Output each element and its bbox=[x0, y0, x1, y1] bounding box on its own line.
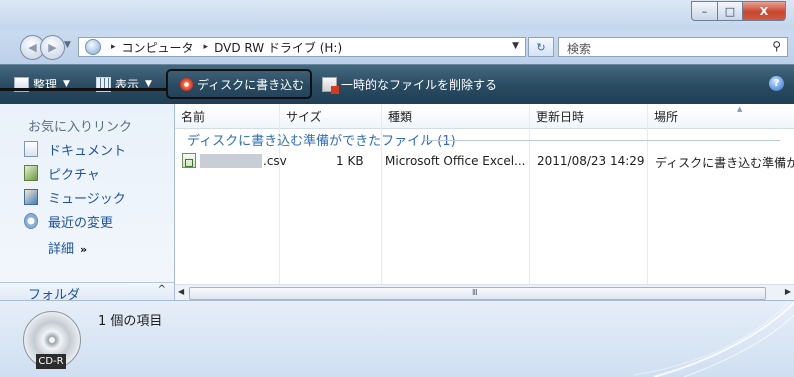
excel-file-icon bbox=[182, 153, 196, 168]
scroll-right-icon[interactable]: ▶ bbox=[785, 287, 791, 296]
double-chevron-icon: » bbox=[80, 243, 88, 256]
callout-pointer-line bbox=[0, 88, 168, 91]
recent-changes-icon bbox=[24, 213, 38, 229]
breadcrumb-computer[interactable]: コンピュータ bbox=[122, 39, 194, 56]
column-divider[interactable] bbox=[529, 104, 530, 300]
delete-temp-icon bbox=[322, 76, 339, 94]
group-divider bbox=[425, 140, 780, 141]
music-icon bbox=[24, 189, 38, 205]
scroll-left-icon[interactable]: ◀ bbox=[178, 287, 184, 296]
file-location: ディスクに書き込む準備か bbox=[655, 156, 794, 170]
column-header-location[interactable]: 場所 bbox=[654, 108, 678, 125]
file-row[interactable]: .csv 1 KB Microsoft Office Excel... 2011… bbox=[175, 150, 794, 172]
command-bar: 整理 ▼ 表示 ▼ ディスクに書き込む 一時的なファイルを削除する ? bbox=[0, 64, 794, 105]
scrollbar-thumb[interactable]: Ⅲ bbox=[189, 287, 766, 300]
arrow-left-icon: ◀ bbox=[28, 41, 37, 54]
column-header-modified[interactable]: 更新日時 bbox=[536, 108, 584, 125]
arrow-right-icon: ▶ bbox=[48, 41, 57, 54]
address-row: ◀ ▶ ▼ ▸ コンピュータ ▸ DVD RW ドライブ (H:) ▼ ↻ 検索… bbox=[0, 30, 794, 64]
breadcrumb-separator: ▸ bbox=[203, 42, 209, 52]
redacted-filename bbox=[200, 154, 262, 168]
documents-icon bbox=[24, 141, 38, 157]
group-header[interactable]: ディスクに書き込む準備ができたファイル (1) bbox=[187, 130, 456, 149]
delete-temp-label: 一時的なファイルを削除する bbox=[341, 77, 498, 92]
horizontal-scrollbar[interactable]: ◀ Ⅲ ▶ bbox=[175, 284, 794, 301]
disc-type-label: CD-R bbox=[36, 354, 66, 369]
breadcrumb-separator: ▸ bbox=[111, 42, 116, 52]
details-pane: CD-R 1 個の項目 bbox=[0, 300, 794, 377]
nav-link-label: ピクチャ bbox=[48, 167, 100, 183]
pictures-icon bbox=[24, 165, 38, 181]
address-dropdown-icon[interactable]: ▼ bbox=[512, 41, 519, 51]
close-button[interactable]: X bbox=[743, 1, 786, 21]
refresh-button[interactable]: ↻ bbox=[528, 37, 554, 57]
navigation-pane: お気に入りリンク ドキュメント ピクチャ ミュージック 最近の変更 詳細 » フォ… bbox=[0, 104, 175, 303]
more-links[interactable]: 詳細 » bbox=[48, 238, 87, 257]
column-header-name[interactable]: 名前 bbox=[181, 108, 205, 125]
recent-pages-dropdown[interactable]: ▼ bbox=[64, 40, 71, 50]
breadcrumb-dvd-drive[interactable]: DVD RW ドライブ (H:) bbox=[214, 39, 342, 56]
file-name: .csv bbox=[263, 154, 287, 168]
nav-link-music[interactable]: ミュージック bbox=[24, 188, 126, 207]
explorer-window: – □ X ◀ ▶ ▼ ▸ コンピュータ ▸ DVD RW ドライブ (H:) … bbox=[0, 0, 794, 377]
item-count: 1 個の項目 bbox=[98, 314, 163, 329]
nav-link-documents[interactable]: ドキュメント bbox=[24, 140, 127, 159]
title-bar: – □ X bbox=[0, 0, 794, 30]
highlight-frame bbox=[166, 69, 312, 99]
file-type: Microsoft Office Excel... bbox=[385, 154, 526, 168]
nav-link-pictures[interactable]: ピクチャ bbox=[24, 164, 100, 183]
favorite-links-heading: お気に入りリンク bbox=[28, 120, 133, 135]
file-modified: 2011/08/23 14:29 bbox=[537, 154, 645, 168]
file-list: 名前 サイズ 種類 更新日時 場所 ▲ ディスクに書き込む準備ができたファイル … bbox=[175, 104, 794, 301]
help-button[interactable]: ? bbox=[769, 76, 784, 91]
computer-icon bbox=[85, 39, 101, 55]
caption-buttons: – □ X bbox=[691, 1, 786, 21]
decorative-swoosh bbox=[633, 301, 794, 377]
column-header-type[interactable]: 種類 bbox=[388, 108, 412, 125]
search-box[interactable]: 検索 ⚲ bbox=[558, 37, 788, 57]
nav-link-recent[interactable]: 最近の変更 bbox=[24, 212, 114, 231]
nav-link-label: ミュージック bbox=[48, 191, 126, 207]
column-divider[interactable] bbox=[647, 104, 648, 300]
grip-icon: Ⅲ bbox=[472, 288, 478, 297]
search-icon[interactable]: ⚲ bbox=[772, 39, 781, 53]
folders-bar[interactable]: フォルダ ^ bbox=[0, 282, 174, 303]
more-links-label: 詳細 bbox=[48, 242, 75, 257]
search-placeholder: 検索 bbox=[567, 42, 592, 56]
refresh-icon: ↻ bbox=[536, 40, 546, 54]
maximize-button[interactable]: □ bbox=[718, 1, 743, 21]
address-bar[interactable]: ▸ コンピュータ ▸ DVD RW ドライブ (H:) ▼ bbox=[78, 37, 526, 57]
nav-link-label: 最近の変更 bbox=[48, 215, 114, 231]
file-size: 1 KB bbox=[336, 154, 364, 168]
nav-link-label: ドキュメント bbox=[48, 143, 127, 159]
column-headers: 名前 サイズ 種類 更新日時 場所 ▲ bbox=[175, 104, 794, 129]
column-header-size[interactable]: サイズ bbox=[286, 108, 322, 125]
forward-button[interactable]: ▶ bbox=[40, 35, 65, 60]
delete-temp-files-button[interactable]: 一時的なファイルを削除する bbox=[322, 75, 498, 94]
collapse-icon[interactable]: ^ bbox=[158, 284, 166, 295]
sort-indicator-icon: ▲ bbox=[737, 105, 743, 113]
minimize-button[interactable]: – bbox=[691, 1, 718, 21]
